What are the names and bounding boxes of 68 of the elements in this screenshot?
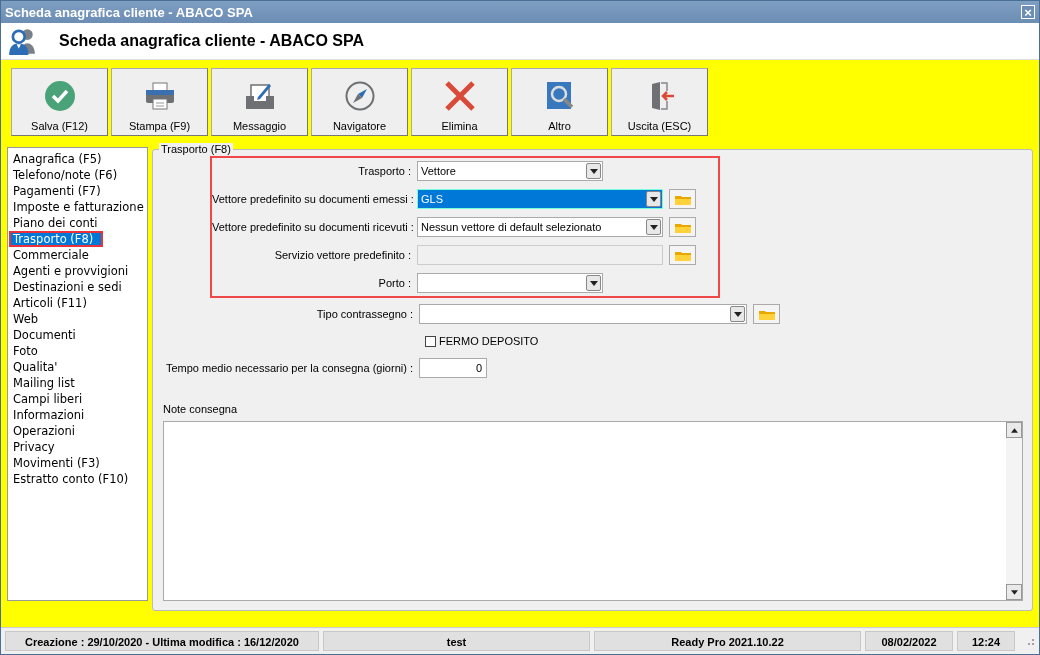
toolbar-button[interactable]: Elimina	[411, 68, 508, 136]
toolbar-button[interactable]: Navigatore	[311, 68, 408, 136]
dropdown[interactable]: GLS	[417, 189, 663, 209]
toolbar-button[interactable]: Salva (F12)	[11, 68, 108, 136]
field-label: Porto :	[377, 277, 412, 289]
section-item[interactable]: Estratto conto (F10)	[9, 471, 147, 487]
status-segment: Creazione : 29/10/2020 - Ultima modifica : 16/12/2020	[5, 631, 319, 651]
field-label: Vettore predefinito su documenti ricevuti :	[212, 221, 415, 233]
status-segment: test	[323, 631, 590, 651]
notes-label: Note consegna	[163, 403, 238, 415]
dropdown[interactable]: Vettore	[417, 161, 603, 181]
section-item[interactable]: Agenti e provvigioni	[9, 263, 147, 279]
section-item[interactable]: Anagrafica (F5)	[9, 151, 147, 167]
status-segment: 12:24	[957, 631, 1015, 651]
section-item[interactable]: Privacy	[9, 439, 147, 455]
user-icon	[7, 26, 37, 56]
section-item[interactable]: Destinazioni e sedi	[9, 279, 147, 295]
status-segment: Ready Pro 2021.10.22	[594, 631, 861, 651]
section-item[interactable]: Telefono/note (F6)	[9, 167, 147, 183]
folder-icon	[674, 193, 691, 205]
scroll-up-icon[interactable]	[1006, 422, 1022, 438]
section-item[interactable]: Movimenti (F3)	[9, 455, 147, 471]
field-label: Trasporto :	[357, 165, 412, 177]
toolbar-button[interactable]: Messaggio	[211, 68, 308, 136]
folder-icon	[758, 308, 775, 320]
compass-icon	[343, 80, 376, 112]
checkbox[interactable]	[425, 335, 436, 347]
section-item[interactable]: Qualita'	[9, 359, 147, 375]
section-item[interactable]: Documenti	[9, 327, 147, 343]
section-item[interactable]: Web	[9, 311, 147, 327]
form-title: Scheda anagrafica cliente - ABACO SPA	[59, 32, 364, 50]
lookup-button[interactable]	[669, 189, 696, 209]
toolbar-button[interactable]: Altro	[511, 68, 608, 136]
field-label: Tempo medio necessario per la consegna (giorni) :	[164, 362, 414, 374]
dropdown[interactable]: Nessun vettore di default selezionato	[417, 217, 663, 237]
resize-grip-icon[interactable]	[1025, 636, 1035, 646]
scrollbar[interactable]	[1006, 422, 1022, 600]
scroll-down-icon[interactable]	[1006, 584, 1022, 600]
lookup-button[interactable]	[753, 304, 780, 324]
lookup-button[interactable]	[669, 217, 696, 237]
field-label: Vettore predefinito su documenti emessi :	[212, 193, 415, 205]
printer-icon	[143, 80, 176, 112]
field-label: Tipo contrassegno :	[315, 308, 414, 320]
section-item[interactable]: Articoli (F11)	[9, 295, 147, 311]
group-title: Trasporto (F8)	[159, 143, 233, 155]
section-item[interactable]: Trasporto (F8)	[9, 231, 103, 247]
folder-icon	[674, 221, 691, 233]
section-item[interactable]: Imposte e fatturazione	[9, 199, 147, 215]
window-title: Scheda anagrafica cliente - ABACO SPA	[5, 4, 253, 20]
toolbar-button[interactable]: Uscita (ESC)	[611, 68, 708, 136]
toolbar-button[interactable]: Stampa (F9)	[111, 68, 208, 136]
section-item[interactable]: Pagamenti (F7)	[9, 183, 147, 199]
delete-x-icon	[443, 80, 476, 112]
folder-icon	[674, 249, 691, 261]
section-item[interactable]: Mailing list	[9, 375, 147, 391]
field-label: Servizio vettore predefinito :	[273, 249, 412, 261]
dropdown[interactable]	[419, 304, 747, 324]
section-item[interactable]: Commerciale	[9, 247, 147, 263]
number-field[interactable]: 0	[419, 358, 487, 378]
check-icon	[43, 80, 76, 112]
section-item[interactable]: Operazioni	[9, 423, 147, 439]
section-item[interactable]: Informazioni	[9, 407, 147, 423]
section-item[interactable]: Campi liberi	[9, 391, 147, 407]
dropdown[interactable]	[417, 273, 603, 293]
section-item[interactable]: Piano dei conti	[9, 215, 147, 231]
status-segment: 08/02/2022	[865, 631, 953, 651]
section-item[interactable]: Foto	[9, 343, 147, 359]
checkbox-label: FERMO DEPOSITO	[439, 335, 539, 347]
